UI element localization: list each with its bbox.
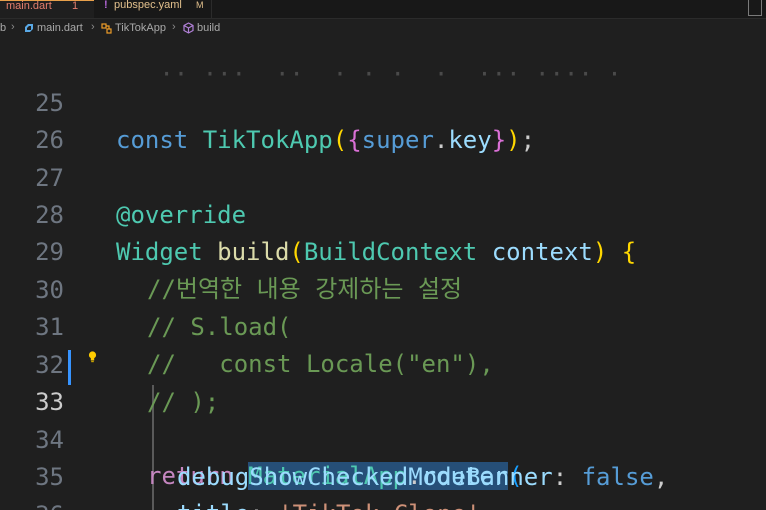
split-editor-icon[interactable]: [748, 0, 762, 16]
modified-badge: M: [196, 0, 204, 10]
code-line: 31 // const Locale("en"),: [0, 272, 766, 378]
code-line: 26: [0, 85, 766, 154]
breadcrumb-class[interactable]: TikTokApp: [115, 22, 166, 34]
code-line: 35 title: 'TikTok Clone',: [0, 422, 766, 510]
code-line: 28 Widget build(BuildContext context) {: [0, 160, 766, 266]
tab-pubspec-yaml[interactable]: ! pubspec.yaml M: [94, 0, 212, 18]
breadcrumb-method[interactable]: build: [197, 22, 220, 34]
class-icon: [101, 23, 112, 34]
breadcrumb-file[interactable]: main.dart: [37, 22, 83, 34]
yaml-file-icon: !: [104, 0, 108, 11]
dart-icon: [25, 24, 33, 32]
code-line: 32 // );: [0, 310, 766, 416]
chevron-right-icon: ›: [172, 21, 176, 33]
code-line: 27 @override: [0, 123, 766, 229]
code-line: 25 const TikTokApp({super.key});: [0, 48, 766, 154]
problem-count-badge: 1: [72, 0, 79, 12]
code-editor[interactable]: ·· ··· ·· · · · · ··· ···· · 25 const Ti…: [0, 39, 766, 510]
tab-main-dart[interactable]: main.dart 1: [0, 0, 94, 18]
line-number: 36: [0, 497, 64, 510]
code-text: title: 'TikTok Clone',: [177, 496, 495, 510]
method-icon: [183, 22, 194, 34]
editor-tab-bar: main.dart 1 ! pubspec.yaml M: [0, 0, 766, 19]
breadcrumb-folder[interactable]: b: [0, 22, 6, 34]
breadcrumb: b › main.dart › TikTokApp › build: [0, 19, 766, 39]
chevron-right-icon: ›: [11, 21, 15, 33]
chevron-right-icon: ›: [91, 21, 95, 33]
code-line: 29 //번역한 내용 강제하는 설정: [0, 197, 766, 303]
code-line: 36: [0, 460, 766, 510]
code-line-active: 33 return MaterialApp.router(: [0, 347, 766, 490]
tab-label: main.dart: [6, 0, 52, 12]
tab-label: pubspec.yaml: [114, 0, 182, 11]
lightbulb-icon[interactable]: [87, 350, 98, 363]
code-line: 30 // S.load(: [0, 235, 766, 341]
code-line: 34 debugShowCheckedModeBanner: false,: [0, 385, 766, 491]
